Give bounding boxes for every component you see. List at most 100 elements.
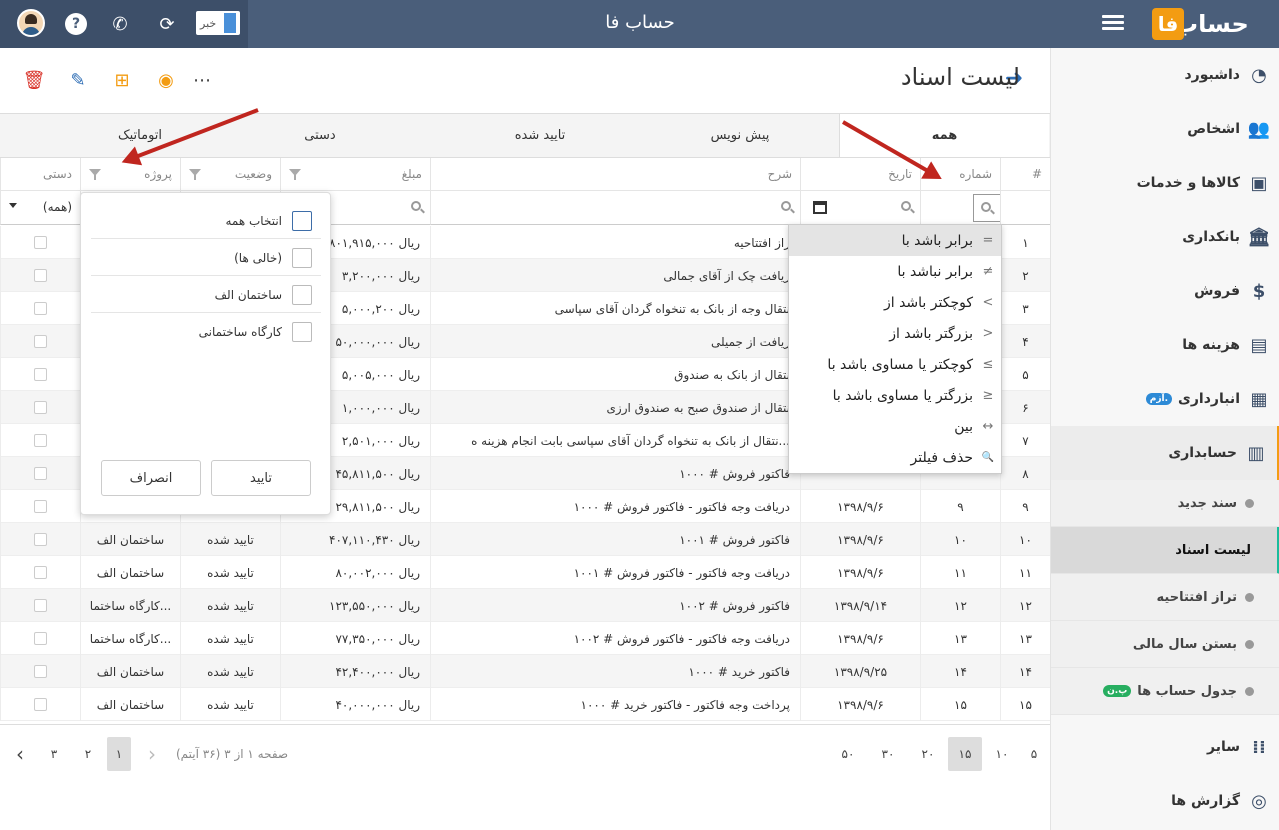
phone-icon[interactable]: ✆: [105, 9, 135, 39]
operator-greater-than[interactable]: بزرگتر باشد از >: [789, 318, 1001, 349]
news-button[interactable]: خبر: [196, 11, 240, 35]
operator-between[interactable]: بین ↔: [789, 411, 1001, 442]
manual-checkbox[interactable]: [34, 401, 47, 414]
project-filter-icon[interactable]: [89, 169, 101, 180]
ok-button[interactable]: تایید: [211, 460, 311, 496]
page-size-20[interactable]: ۲۰: [916, 737, 940, 771]
page-size-5[interactable]: ۵: [1022, 737, 1046, 771]
more-icon[interactable]: ⋯: [190, 68, 214, 92]
sidebar-item-persons[interactable]: اشخاص 👥: [1051, 102, 1279, 156]
sidebar-subitem-close-fiscal-year[interactable]: بستن سال مالی: [1051, 621, 1279, 668]
calendar-icon[interactable]: [813, 201, 827, 214]
sidebar-subitem-new-document[interactable]: سند جدید: [1051, 480, 1279, 527]
number-filter-operator-button[interactable]: [973, 194, 1001, 222]
next-page-icon[interactable]: ‹: [8, 737, 32, 771]
status-filter-icon[interactable]: [189, 169, 201, 180]
manual-checkbox[interactable]: [34, 698, 47, 711]
sidebar-item-inventory[interactable]: آزم. انبارداری ▦: [1051, 372, 1279, 426]
sidebar-subitem-chart-of-accounts[interactable]: پ.ن جدول حساب ها: [1051, 668, 1279, 715]
filter-option-building-a[interactable]: ساختمان الف: [91, 277, 321, 313]
prev-page-icon[interactable]: ›: [140, 737, 164, 771]
user-avatar[interactable]: [17, 9, 45, 37]
sidebar-item-label: سایر: [1207, 739, 1240, 755]
operator-less-than[interactable]: کوچکتر باشد از <: [789, 287, 1001, 318]
table-row[interactable]: ساختمان الف تایید شده ۴۲,۴۰۰,۰۰۰ ریال فاکتو…: [0, 655, 1050, 688]
operator-not-equals[interactable]: برابر نباشد با ≠: [789, 256, 1001, 287]
manual-checkbox[interactable]: [34, 632, 47, 645]
table-row[interactable]: ساختمان الف تایید شده ۸۰,۰۰۲,۰۰۰ ریال دریاف…: [0, 556, 1050, 589]
column-manual-header[interactable]: دستی: [0, 158, 80, 191]
sidebar-item-other[interactable]: سایر ⁞⁞: [1051, 720, 1279, 774]
sidebar-item-expenses[interactable]: هزینه ها ▤: [1051, 318, 1279, 372]
sidebar-item-dashboard[interactable]: داشبورد ◔: [1051, 48, 1279, 102]
page-size-10[interactable]: ۱۰: [990, 737, 1014, 771]
edit-icon[interactable]: ✎: [66, 68, 90, 92]
column-amount-header[interactable]: مبلغ: [280, 158, 430, 191]
calculator-icon: ▥: [1247, 442, 1265, 464]
manual-filter-select[interactable]: (همه): [0, 191, 80, 225]
operator-clear-filter[interactable]: حذف فیلتر 🔍: [789, 442, 1001, 473]
sidebar-item-sales[interactable]: فروش $: [1051, 264, 1279, 318]
operator-greater-or-equal[interactable]: بزرگتر یا مساوی باشد با ≥: [789, 380, 1001, 411]
app-title: حساب فا: [605, 12, 675, 33]
view-icon[interactable]: ◉: [154, 68, 178, 92]
sidebar-subitem-label: بستن سال مالی: [1132, 636, 1237, 652]
table-row[interactable]: ساختمان الف تایید شده ۴۰۷,۱۱۰,۴۳۰ ریال فاکت…: [0, 523, 1050, 556]
page-size-30[interactable]: ۳۰: [876, 737, 900, 771]
description-filter-input[interactable]: [430, 191, 800, 225]
page-size-15[interactable]: ۱۵: [948, 737, 982, 771]
operator-less-or-equal[interactable]: کوچکتر یا مساوی باشد با ≤: [789, 349, 1001, 380]
checkbox[interactable]: [292, 210, 312, 231]
refresh-icon[interactable]: ⟳: [152, 9, 182, 39]
column-status-header[interactable]: وضعیت: [180, 158, 280, 191]
manual-checkbox[interactable]: [34, 665, 47, 678]
table-row[interactable]: کارگاه ساختما... تایید شده ۱۲۳,۵۵۰,۰۰۰ ریا…: [0, 589, 1050, 622]
add-document-icon[interactable]: ⊞: [110, 68, 134, 92]
table-row[interactable]: کارگاه ساختما... تایید شده ۷۷,۳۵۰,۰۰۰ ریال…: [0, 622, 1050, 655]
manual-checkbox[interactable]: [34, 533, 47, 546]
manual-cell: [0, 556, 80, 589]
help-icon[interactable]: ?: [61, 9, 91, 39]
sidebar-subitem-documents-list[interactable]: لیست اسناد: [1051, 527, 1279, 574]
manual-cell: [0, 292, 80, 325]
tab-approved[interactable]: تایید شده: [420, 114, 660, 157]
column-date-header[interactable]: تاریخ: [800, 158, 920, 191]
status-cell: تایید شده: [180, 523, 280, 556]
checkbox[interactable]: [292, 322, 312, 342]
manual-checkbox[interactable]: [34, 566, 47, 579]
operator-label: کوچکتر یا مساوی باشد با: [827, 356, 973, 373]
sidebar-item-products[interactable]: کالاها و خدمات ▣: [1051, 156, 1279, 210]
column-description-header[interactable]: شرح: [430, 158, 800, 191]
manual-checkbox[interactable]: [34, 269, 47, 282]
manual-checkbox[interactable]: [34, 434, 47, 447]
menu-icon[interactable]: [1102, 12, 1124, 36]
manual-checkbox[interactable]: [34, 500, 47, 513]
filter-option-select-all[interactable]: انتخاب همه: [91, 203, 321, 239]
tab-draft[interactable]: پیش نویس: [640, 114, 840, 157]
amount-filter-icon[interactable]: [289, 169, 301, 180]
manual-checkbox[interactable]: [34, 368, 47, 381]
manual-checkbox[interactable]: [34, 599, 47, 612]
sidebar-item-banking[interactable]: بانکداری 🏛: [1051, 210, 1279, 264]
filter-option-empty[interactable]: (خالی ها): [91, 240, 321, 276]
checkbox[interactable]: [292, 284, 312, 305]
checkbox[interactable]: [292, 247, 312, 268]
date-filter-input[interactable]: [800, 191, 920, 225]
delete-icon[interactable]: 🗑: [22, 68, 46, 92]
operator-equals[interactable]: برابر باشد با =: [789, 225, 1001, 256]
page-3-button[interactable]: ۳: [42, 737, 66, 771]
page-2-button[interactable]: ۲: [76, 737, 100, 771]
page-1-button[interactable]: ۱: [107, 737, 131, 771]
manual-checkbox[interactable]: [34, 236, 47, 249]
sidebar-item-reports[interactable]: گزارش ها ◎: [1051, 774, 1279, 828]
table-row[interactable]: ساختمان الف تایید شده ۴۰,۰۰۰,۰۰۰ ریال پرداخ…: [0, 688, 1050, 721]
sidebar-item-accounting[interactable]: حسابداری ▥: [1051, 426, 1279, 480]
cancel-button[interactable]: انصراف: [101, 460, 201, 496]
page-size-50[interactable]: ۵۰: [836, 737, 860, 771]
manual-checkbox[interactable]: [34, 302, 47, 315]
manual-checkbox[interactable]: [34, 467, 47, 480]
sidebar-subitem-opening-balance[interactable]: تراز افتتاحیه: [1051, 574, 1279, 621]
bullet-icon: [1245, 686, 1254, 696]
manual-checkbox[interactable]: [34, 335, 47, 348]
filter-option-workshop[interactable]: کارگاه ساختمانی: [91, 314, 321, 350]
